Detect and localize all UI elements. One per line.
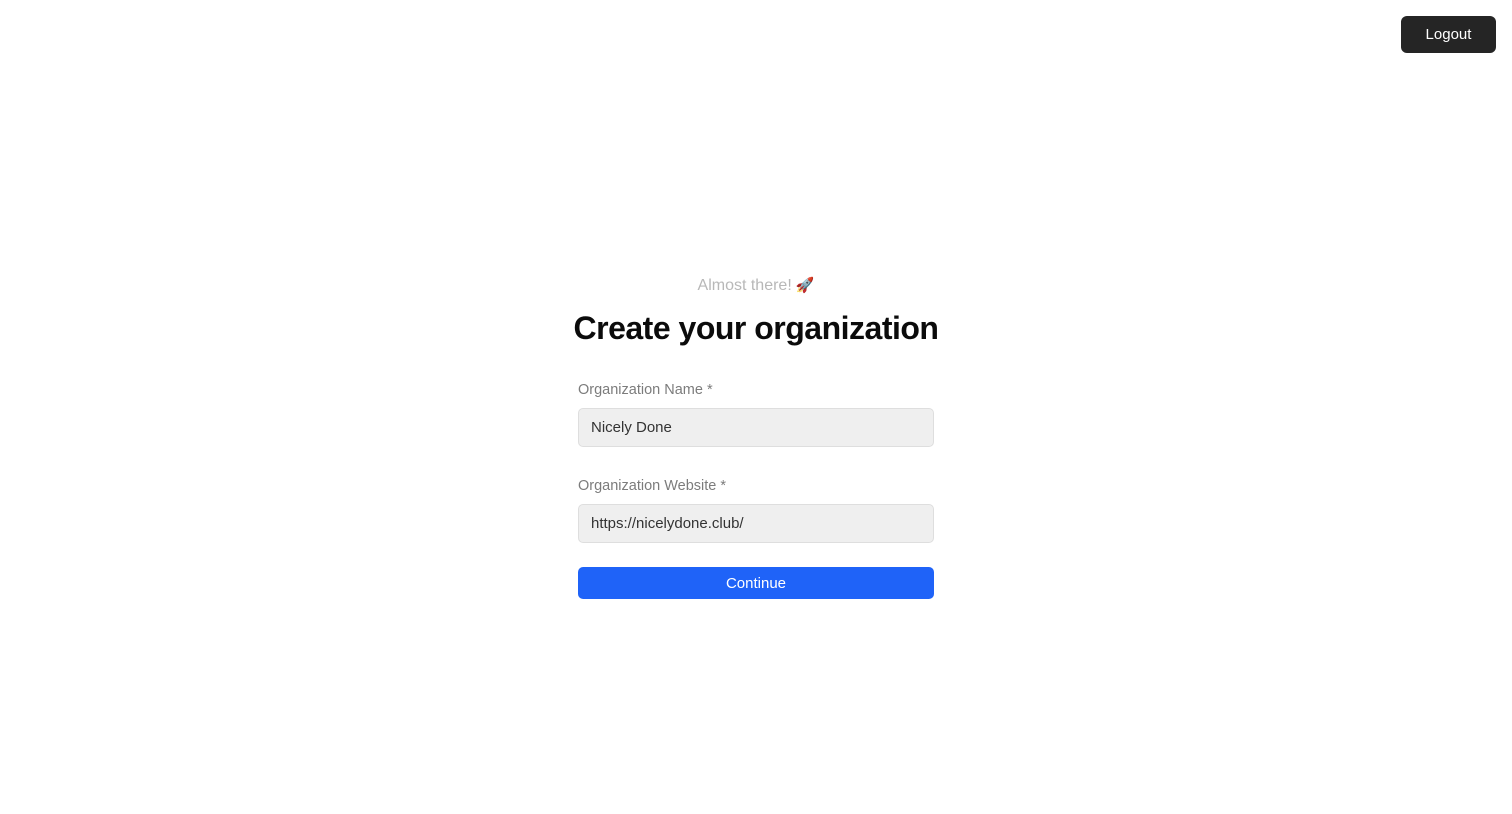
organization-name-input[interactable] [578, 408, 934, 447]
logout-button[interactable]: Logout [1401, 16, 1496, 53]
rocket-icon: 🚀 [795, 277, 815, 294]
page-title: Create your organization [573, 310, 939, 346]
organization-name-field: Organization Name * [578, 380, 934, 447]
organization-name-label: Organization Name * [578, 382, 713, 398]
continue-button[interactable]: Continue [578, 567, 934, 599]
create-organization-card: Almost there! 🚀 Create your organization … [574, 272, 939, 599]
eyebrow-text: Almost there! 🚀 [578, 272, 934, 300]
eyebrow-label: Almost there! [697, 277, 792, 294]
organization-website-field: Organization Website * [578, 476, 934, 543]
page: Logout Almost there! 🚀 Create your organi… [0, 0, 1512, 814]
organization-website-label: Organization Website * [578, 478, 727, 494]
organization-website-input[interactable] [578, 504, 934, 543]
